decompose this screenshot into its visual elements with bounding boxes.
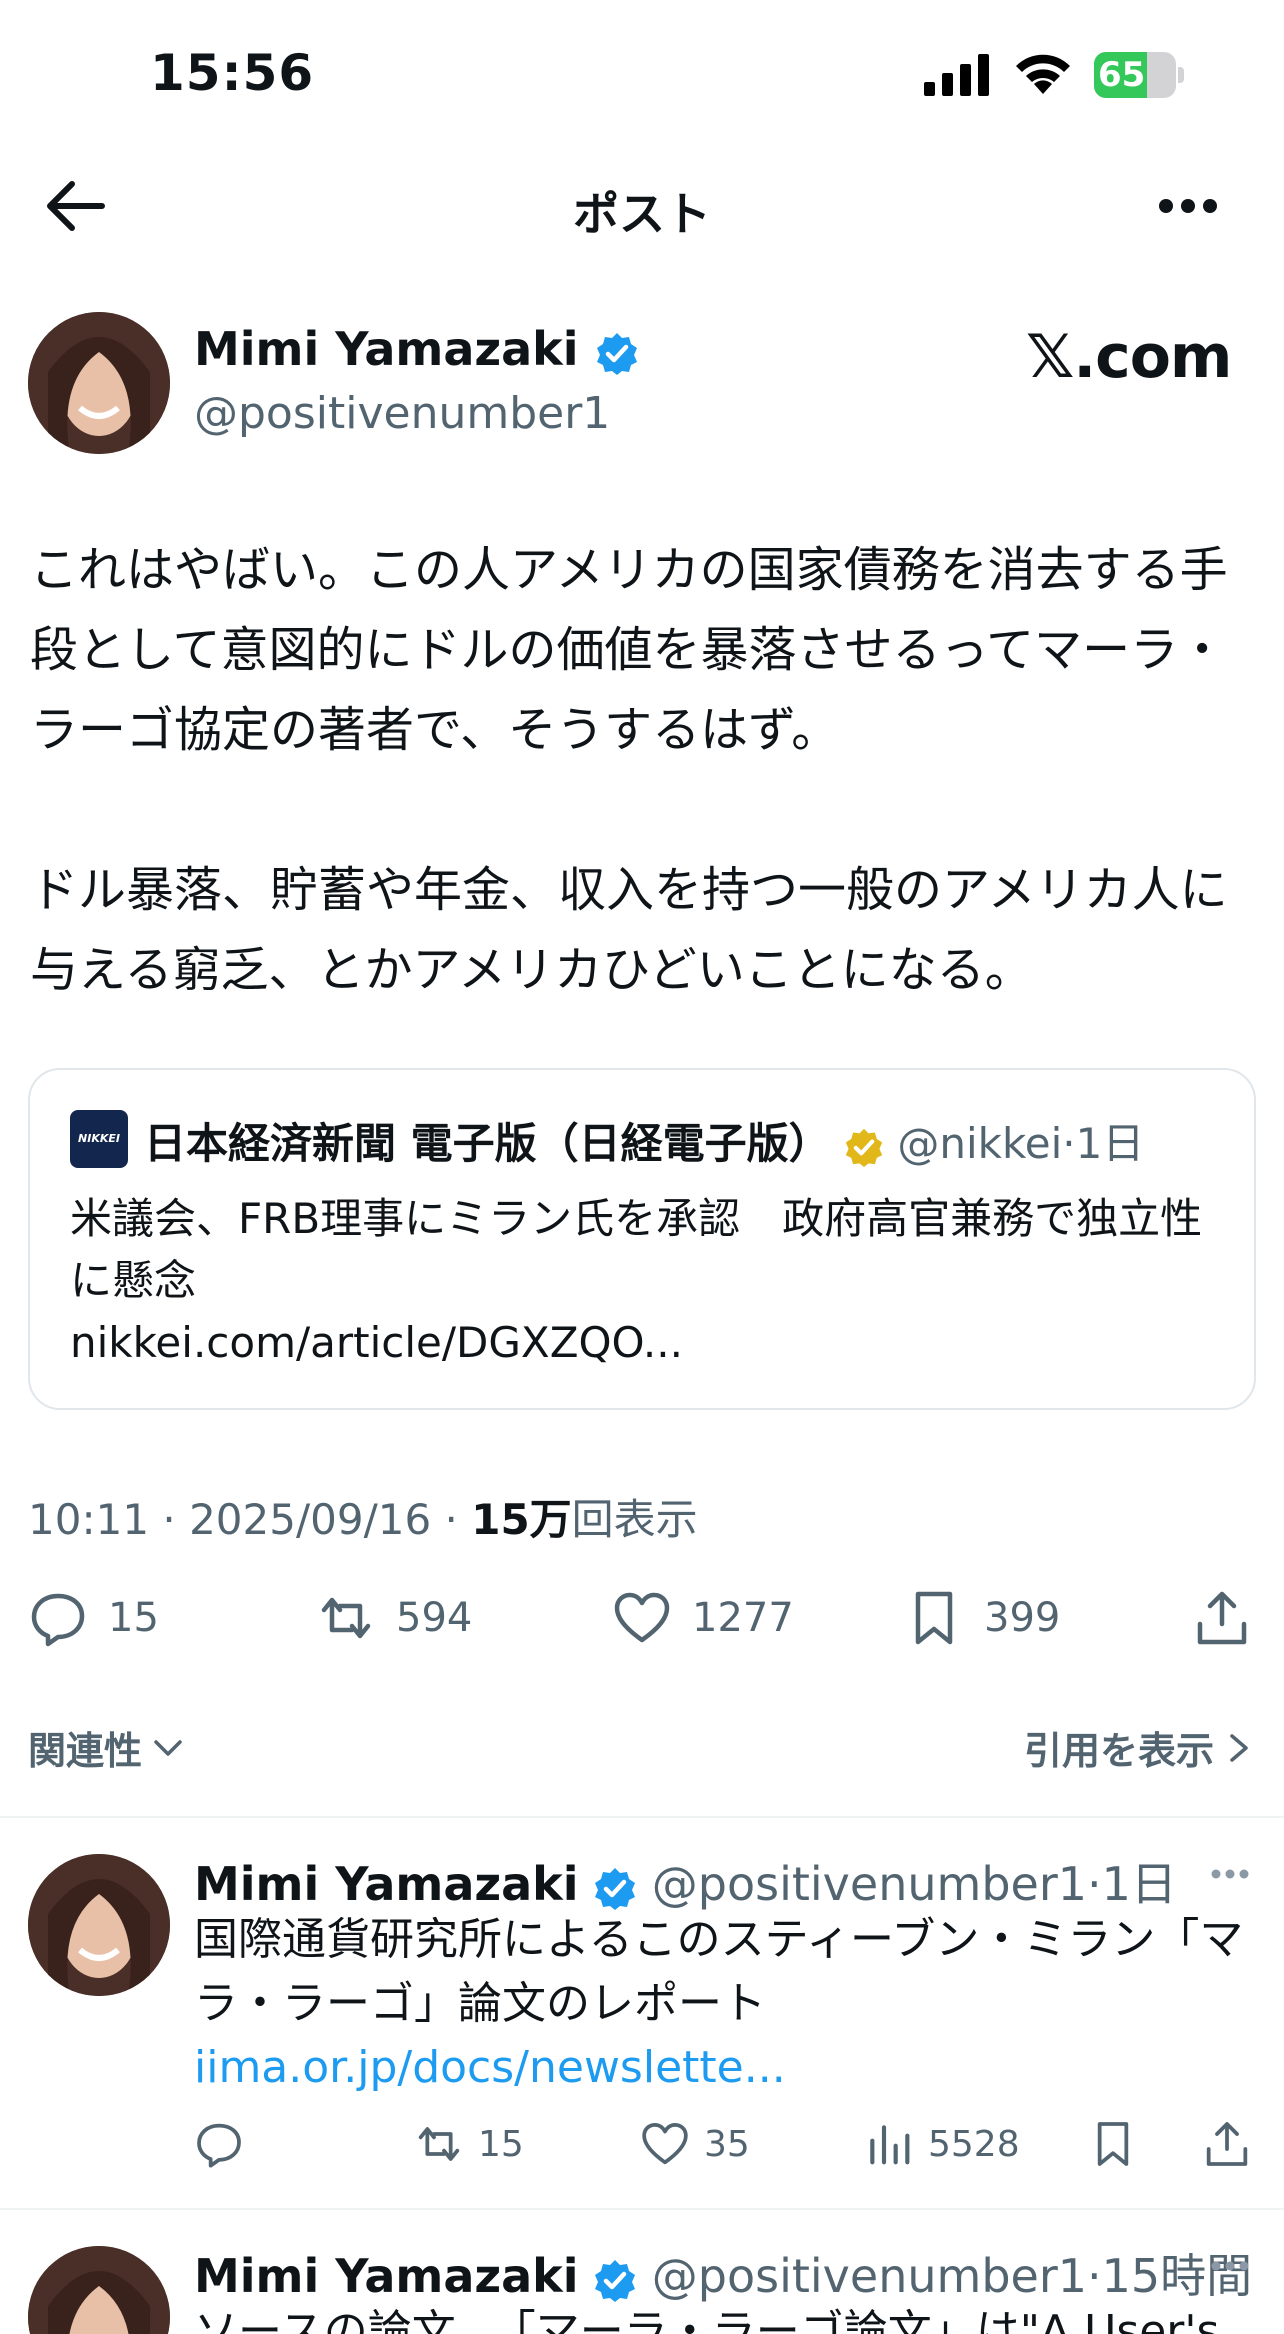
- author-name[interactable]: Mimi Yamazaki: [194, 322, 579, 376]
- tweet-text: これはやばい。この人アメリカの国家債務を消去する手段として意図的にドルの価値を暴…: [30, 542, 1228, 998]
- reply-author-name[interactable]: Mimi Yamazaki: [194, 2249, 579, 2303]
- share-icon: [1197, 1591, 1247, 1645]
- views-count: 5528: [928, 2123, 1020, 2165]
- more-options-icon[interactable]: [1210, 1868, 1250, 1880]
- gold-verified-badge-icon: [845, 1128, 883, 1167]
- sort-label: 関連性: [28, 1729, 143, 1773]
- view-quotes-link[interactable]: 引用を表示: [1024, 1720, 1254, 1775]
- quoted-author-handle: @nikkei: [897, 1119, 1063, 1168]
- x-com-badge: 𝕏.com: [1026, 322, 1232, 392]
- retweet-button[interactable]: 594: [316, 1586, 472, 1650]
- reply-author-handle[interactable]: @positivenumber1: [652, 2249, 1087, 2303]
- quoted-tweet-text: 米議会、FRB理事にミラン氏を承認 政府高官兼務で独立性に懸念: [70, 1194, 1203, 1305]
- author-name-row[interactable]: Mimi Yamazaki: [194, 322, 639, 376]
- reply-avatar[interactable]: [28, 2246, 170, 2334]
- author-handle[interactable]: @positivenumber1: [194, 388, 610, 439]
- heart-icon: [642, 2122, 688, 2165]
- avatar-photo-icon: [28, 2246, 170, 2334]
- share-button[interactable]: [1192, 1586, 1252, 1650]
- bookmark-count: 399: [984, 1595, 1061, 1641]
- avatar-photo-icon: [28, 1854, 170, 1996]
- tweet-timestamp: 10:11 · 2025/09/16 ·: [28, 1495, 472, 1544]
- bookmark-button[interactable]: [1088, 2116, 1138, 2172]
- reply-link[interactable]: iima.or.jp/docs/newslette...: [194, 2042, 786, 2093]
- quoted-tweet-header: 日本経済新聞 電子版（日経電子版） @nikkei·1日: [144, 1110, 1144, 1171]
- bookmark-icon: [915, 1591, 953, 1645]
- divider: [0, 2208, 1284, 2210]
- quoted-author-name: 日本経済新聞 電子版（日経電子版）: [144, 1119, 831, 1168]
- retweet-count: 594: [396, 1595, 473, 1641]
- reply-text: 国際通貨研究所によるこのスティーブン・ミラン「マラ・ラーゴ」論文のレポート: [194, 1914, 1244, 2029]
- reply-author-handle[interactable]: @positivenumber1: [652, 1857, 1087, 1911]
- reply-author-name[interactable]: Mimi Yamazaki: [194, 1857, 579, 1911]
- reply-time: ·1日: [1087, 1857, 1177, 1911]
- verified-badge-icon: [595, 1867, 636, 1910]
- analytics-bars-icon: [870, 2125, 910, 2165]
- views-count: 15万: [471, 1495, 572, 1544]
- retweet-icon: [321, 1597, 371, 1639]
- more-options-icon[interactable]: [1210, 2260, 1250, 2272]
- bookmark-button[interactable]: 399: [904, 1586, 1060, 1650]
- view-quotes-label: 引用を表示: [1023, 1729, 1214, 1773]
- reply-body: 国際通貨研究所によるこのスティーブン・ミラン「マラ・ラーゴ」論文のレポート iim…: [194, 1908, 1274, 2100]
- cellular-signal-icon: [924, 54, 989, 96]
- reply-count: 15: [108, 1595, 159, 1641]
- battery-level: 65: [1098, 55, 1146, 95]
- retweet-count: 15: [478, 2123, 524, 2165]
- reply-icon: [31, 1593, 85, 1647]
- share-button[interactable]: [1202, 2116, 1252, 2172]
- like-button[interactable]: 35: [640, 2116, 750, 2172]
- chevron-down-icon: [154, 1739, 182, 1756]
- reply-header: Mimi Yamazaki @positivenumber1·1日: [194, 1848, 1177, 1914]
- status-time: 15:56: [150, 44, 315, 102]
- verified-badge-icon: [595, 2259, 636, 2302]
- quoted-tweet-time: ·1日: [1062, 1119, 1145, 1168]
- share-icon: [1206, 2122, 1248, 2166]
- sort-dropdown[interactable]: 関連性: [28, 1720, 186, 1775]
- like-count: 35: [704, 2123, 750, 2165]
- verified-badge-icon: [596, 332, 637, 375]
- page-title: ポスト: [573, 187, 711, 241]
- divider: [0, 1816, 1284, 1818]
- views-label: 回表示: [571, 1495, 698, 1544]
- reply-button[interactable]: [194, 2116, 258, 2172]
- quoted-tweet-link[interactable]: nikkei.com/article/DGXZQO...: [70, 1312, 1210, 1374]
- views-button[interactable]: 5528: [864, 2116, 1020, 2172]
- reply-header: Mimi Yamazaki @positivenumber1·15時間: [194, 2240, 1252, 2306]
- bookmark-icon: [1097, 2122, 1129, 2166]
- avatar-photo-icon: [28, 312, 170, 454]
- like-button[interactable]: 1277: [612, 1586, 794, 1650]
- heart-icon: [614, 1592, 670, 1643]
- reply-button[interactable]: 15: [28, 1586, 159, 1650]
- reply-text: ソースの論文 、「マーラ・ラーゴ論文」は"A User's: [194, 2306, 1220, 2334]
- quoted-tweet-body: 米議会、FRB理事にミラン氏を承認 政府高官兼務で独立性に懸念 nikkei.c…: [70, 1188, 1210, 1374]
- nikkei-logo: NIKKEI: [70, 1110, 128, 1168]
- like-count: 1277: [692, 1595, 794, 1641]
- wifi-icon: [1016, 54, 1070, 94]
- battery-indicator: 65: [1094, 52, 1186, 98]
- chevron-right-icon: [1230, 1733, 1248, 1762]
- retweet-button[interactable]: 15: [414, 2116, 524, 2172]
- reply-avatar[interactable]: [28, 1854, 170, 1996]
- tweet-meta: 10:11 · 2025/09/16 · 15万回表示: [28, 1486, 698, 1547]
- reply-icon: [197, 2123, 241, 2168]
- more-options-icon[interactable]: [1156, 196, 1220, 216]
- retweet-icon: [418, 2127, 460, 2161]
- reply-time: ·15時間: [1087, 2249, 1253, 2303]
- author-avatar[interactable]: [28, 312, 170, 454]
